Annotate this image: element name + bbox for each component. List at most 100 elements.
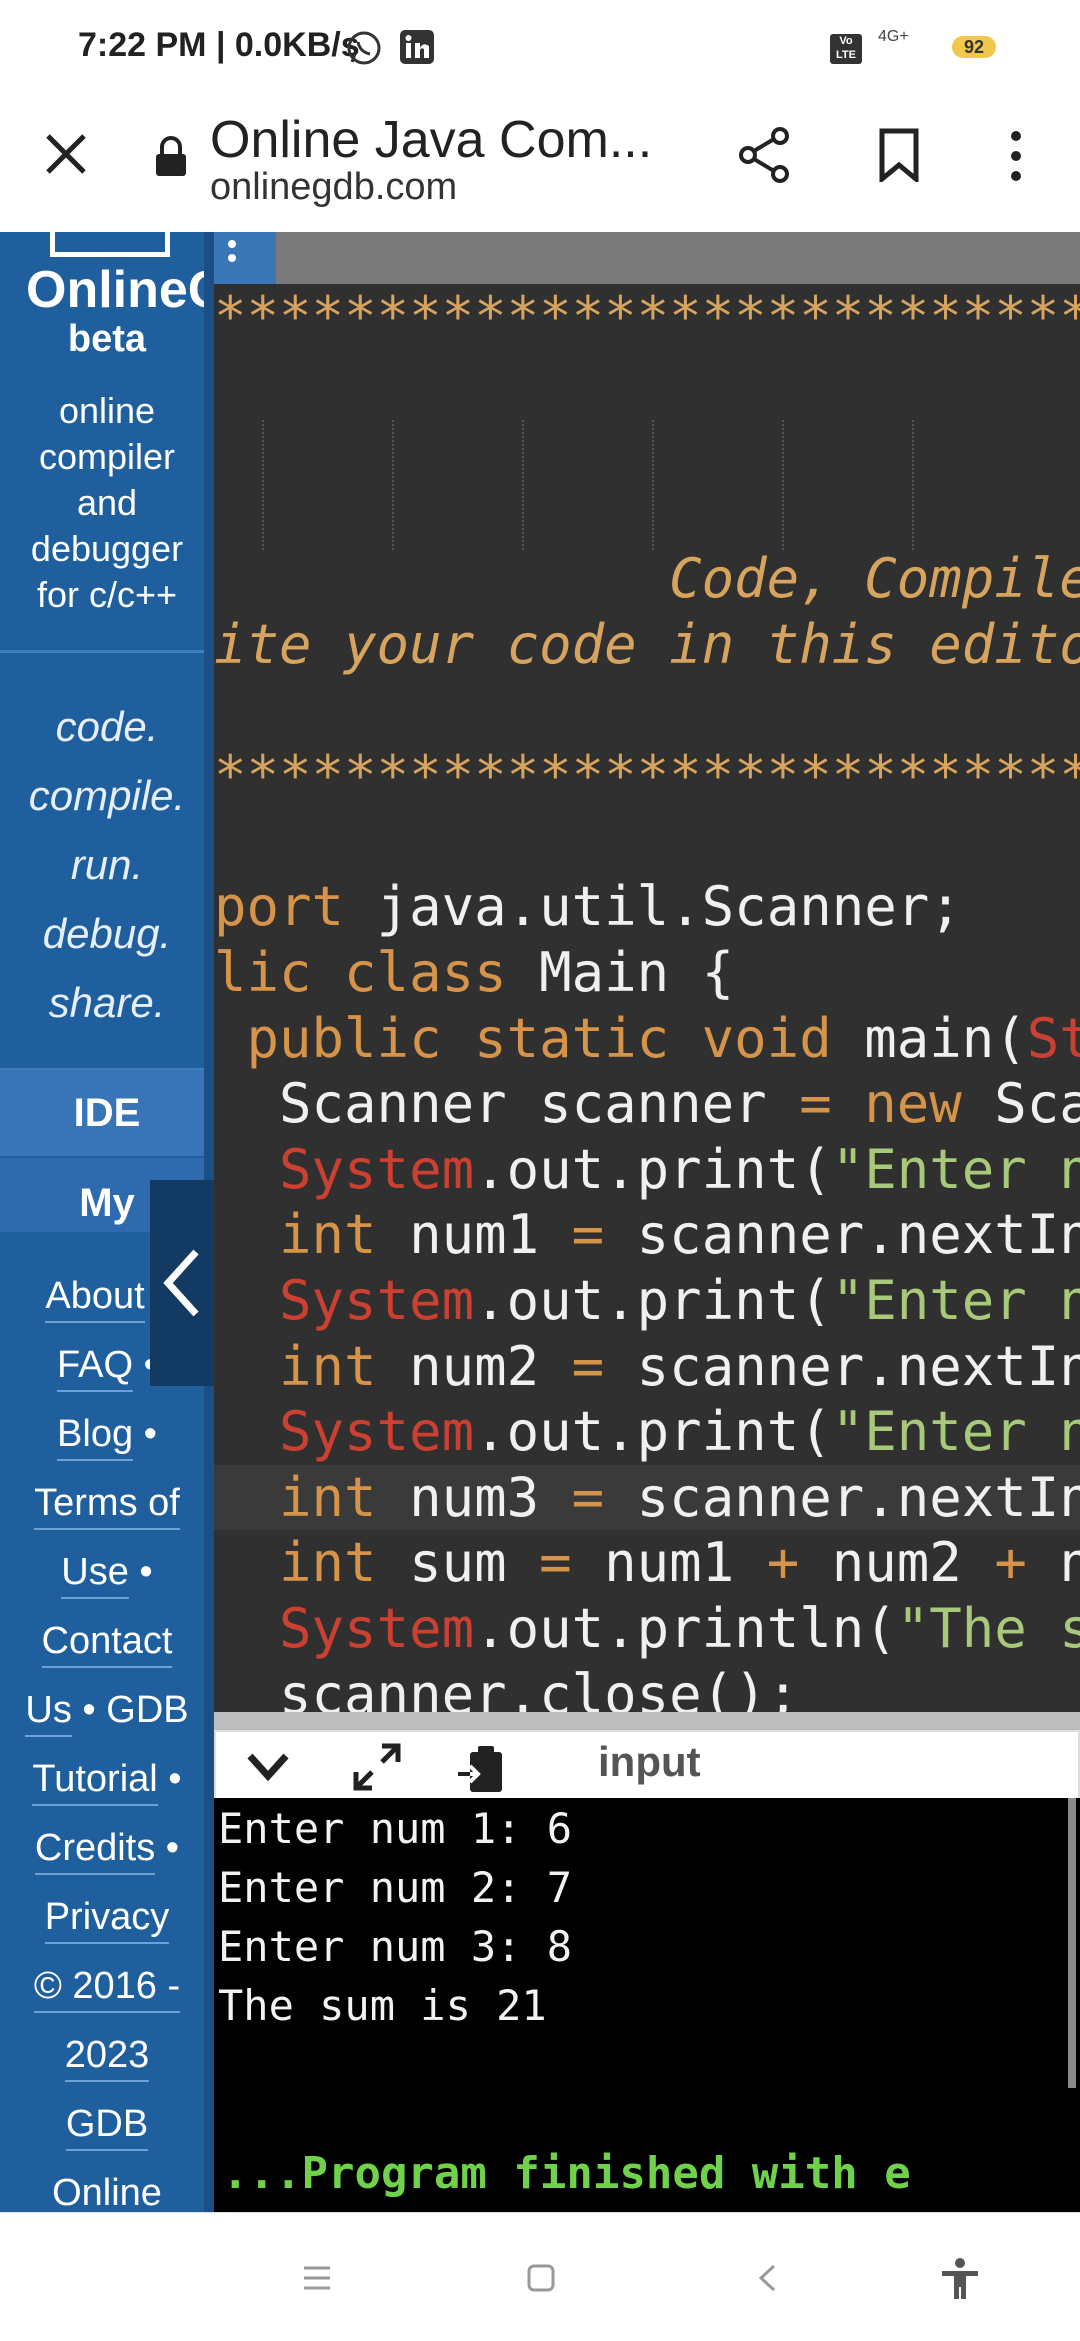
- footer-link-label: Us: [25, 1689, 72, 1737]
- code-token: .out.print(: [474, 1400, 832, 1464]
- code-token: num3: [409, 1465, 572, 1529]
- chevron-left-icon: [163, 1249, 199, 1317]
- brand-name[interactable]: OnlineG: [26, 260, 214, 320]
- page-domain[interactable]: onlinegdb.com: [210, 166, 457, 209]
- code-comment: *****************************: [214, 285, 1080, 348]
- footer-link[interactable]: Terms of: [0, 1469, 214, 1538]
- code-token: System: [214, 1269, 475, 1332]
- console-resize-bar[interactable]: [214, 1712, 1080, 1730]
- footer-link-label: Online: [52, 2172, 162, 2212]
- code-line[interactable]: scanner.close();: [214, 1662, 1080, 1712]
- code-editor[interactable]: ***************************** O Code, Co…: [214, 232, 1080, 1712]
- code-line[interactable]: System.out.print("Enter n: [214, 1268, 1080, 1333]
- status-time: 7:22 PM | 0.0KB/s: [78, 26, 360, 64]
- code-token: Main {: [539, 941, 735, 1004]
- footer-link[interactable]: Online: [0, 2159, 214, 2212]
- menu-icon[interactable]: [302, 2265, 332, 2291]
- back-icon[interactable]: [756, 2263, 778, 2293]
- footer-link[interactable]: GDB: [0, 2090, 214, 2159]
- footer-link[interactable]: Privacy: [0, 1883, 214, 1952]
- bookmark-icon[interactable]: [878, 128, 920, 182]
- home-icon[interactable]: [526, 2263, 556, 2293]
- code-token: sum: [409, 1531, 540, 1595]
- code-line[interactable]: public static void main(St: [214, 1006, 1080, 1071]
- accessibility-icon[interactable]: [938, 2257, 982, 2301]
- share-icon[interactable]: [738, 126, 792, 184]
- program-finished-message: ...Program finished with e: [222, 2148, 911, 2199]
- console-line: The sum is 21: [218, 1981, 547, 2030]
- tagline: online compiler and debugger for c/c++: [0, 388, 214, 618]
- collapse-sidebar-button[interactable]: [150, 1180, 214, 1386]
- browser-toolbar: Online Java Com... onlinegdb.com: [0, 96, 1080, 232]
- chevron-down-icon[interactable]: [246, 1750, 290, 1784]
- linkedin-icon: [400, 30, 434, 64]
- more-options-icon[interactable]: [1006, 128, 1026, 184]
- network-indicator: 4G+: [878, 28, 909, 45]
- code-token: Scanner scanner: [214, 1072, 800, 1136]
- code-comment: Code, Compile: [214, 547, 1080, 611]
- system-nav-bar: [0, 2212, 1080, 2341]
- code-line[interactable]: *****************************: [214, 743, 1080, 808]
- expand-icon[interactable]: [352, 1742, 402, 1792]
- code-token: n: [1059, 1531, 1080, 1595]
- console-scrollbar[interactable]: [1068, 1798, 1076, 2088]
- motto-line: debug.: [42, 910, 172, 957]
- code-token: num1: [604, 1531, 767, 1595]
- input-tab[interactable]: input: [598, 1738, 701, 1786]
- page-title[interactable]: Online Java Com...: [210, 110, 652, 170]
- console-output[interactable]: Enter num 1: 6 Enter num 2: 7 Enter num …: [214, 1798, 1080, 2212]
- code-token: .out.println(: [474, 1597, 897, 1660]
- footer-link-label: Blog: [57, 1413, 134, 1461]
- motto-line: share.: [48, 979, 166, 1026]
- code-line[interactable]: [214, 678, 1080, 743]
- lock-icon: [156, 136, 186, 176]
- code-token: System: [214, 1597, 475, 1660]
- battery-indicator: 92: [952, 36, 996, 58]
- close-icon[interactable]: [44, 132, 88, 176]
- paste-input-icon[interactable]: [456, 1740, 510, 1796]
- code-line[interactable]: System.out.print("Enter n: [214, 1137, 1080, 1202]
- code-token: num2: [409, 1334, 572, 1398]
- code-line[interactable]: Scanner scanner = new Sca: [214, 1071, 1080, 1136]
- code-line[interactable]: *****************************: [214, 284, 1080, 349]
- code-line[interactable]: lic class Main {: [214, 940, 1080, 1005]
- ide-button[interactable]: IDE: [0, 1070, 214, 1156]
- footer-link[interactable]: 2023: [0, 2021, 214, 2090]
- footer-link[interactable]: Contact: [0, 1607, 214, 1676]
- code-token: =: [539, 1531, 605, 1595]
- code-line[interactable]: ite your code in this edito: [214, 612, 1080, 677]
- code-token: num2: [831, 1531, 995, 1595]
- code-line[interactable]: Code, Compile: [214, 546, 1080, 611]
- code-token: int: [214, 1334, 410, 1398]
- code-line[interactable]: [214, 350, 1080, 415]
- code-line[interactable]: [214, 809, 1080, 874]
- code-line[interactable]: int num3 = scanner.nextIn: [214, 1464, 1080, 1530]
- code-token: System: [214, 1137, 475, 1201]
- code-token: System: [214, 1400, 475, 1464]
- code-line[interactable]: System.out.println("The s: [214, 1596, 1080, 1661]
- footer-link[interactable]: Us • GDB: [0, 1676, 214, 1745]
- footer-link-label: Privacy: [44, 1896, 170, 1944]
- footer-link[interactable]: Blog •: [0, 1400, 214, 1469]
- code-line[interactable]: O: [214, 481, 1080, 546]
- footer-link[interactable]: Tutorial •: [0, 1745, 214, 1814]
- footer-link[interactable]: Credits •: [0, 1814, 214, 1883]
- footer-link[interactable]: Use •: [0, 1538, 214, 1607]
- code-line[interactable]: int num2 = scanner.nextIn: [214, 1334, 1080, 1399]
- code-line[interactable]: int num1 = scanner.nextIn: [214, 1202, 1080, 1267]
- code-line[interactable]: System.out.print("Enter n: [214, 1399, 1080, 1464]
- code-line[interactable]: [214, 415, 1080, 480]
- code-line[interactable]: int sum = num1 + num2 + n: [214, 1530, 1080, 1595]
- footer-link[interactable]: © 2016 -: [0, 1952, 214, 2021]
- footer-link-separator: •: [133, 1413, 157, 1455]
- editor-menu-button[interactable]: [214, 232, 276, 284]
- footer-link-label: Contact: [41, 1620, 173, 1668]
- code-line[interactable]: port java.util.Scanner;: [214, 874, 1080, 939]
- beta-label: beta: [67, 318, 147, 360]
- code-token: main(: [864, 1006, 1027, 1070]
- footer-link-label: FAQ: [57, 1344, 134, 1392]
- code-token: St: [1026, 1006, 1080, 1070]
- code-token: "Enter n: [831, 1269, 1080, 1332]
- code-token: scanner.close();: [214, 1662, 800, 1712]
- code-token: scanner.nextIn: [636, 1334, 1080, 1398]
